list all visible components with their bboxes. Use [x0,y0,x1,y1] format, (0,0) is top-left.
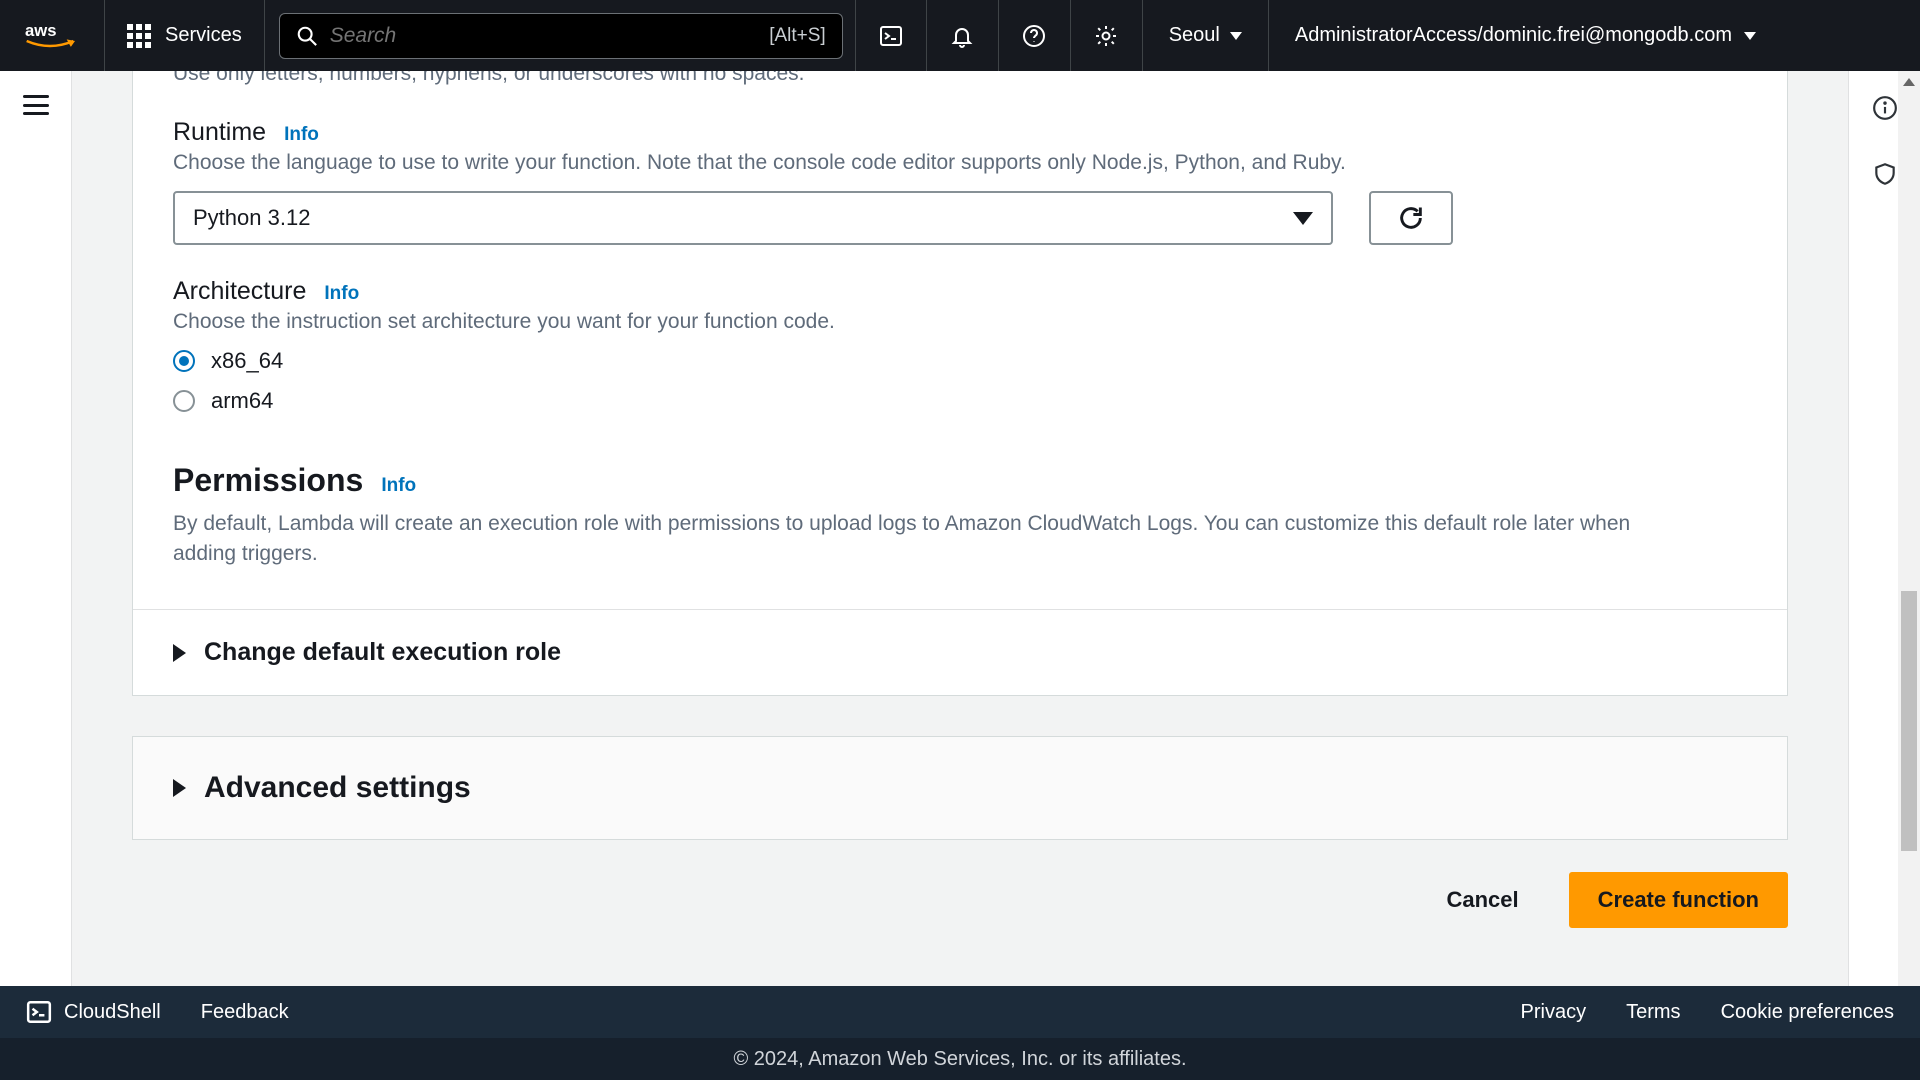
cookie-preferences-link[interactable]: Cookie preferences [1721,1001,1894,1024]
footer-bar: CloudShell Feedback Privacy Terms Cookie… [0,986,1920,1038]
page-body: Use only letters, numbers, hyphens, or u… [72,71,1848,1080]
architecture-label: Architecture [173,277,306,306]
architecture-option-arm64: arm64 [211,388,273,414]
region-label: Seoul [1169,24,1220,47]
terms-link[interactable]: Terms [1626,1001,1680,1024]
change-execution-role-expander[interactable]: Change default execution role [133,610,1787,695]
refresh-runtimes-button[interactable] [1369,191,1453,245]
grid-icon [127,24,151,48]
search-icon [296,25,318,47]
function-name-hint: Use only letters, numbers, hyphens, or u… [173,71,1747,86]
security-panel-icon[interactable] [1872,161,1898,187]
create-function-button[interactable]: Create function [1569,872,1788,928]
feedback-link[interactable]: Feedback [201,1001,289,1024]
search-shortcut-hint: [Alt+S] [769,25,826,47]
architecture-option-x86: x86_64 [211,348,283,374]
form-actions: Cancel Create function [132,872,1788,928]
cancel-button[interactable]: Cancel [1424,872,1540,928]
search-input[interactable] [330,24,770,48]
notifications-button[interactable] [927,0,999,71]
permissions-description: By default, Lambda will create an execut… [173,509,1693,569]
caret-down-icon [1230,32,1242,40]
scroll-up-button[interactable] [1898,71,1920,93]
runtime-label: Runtime [173,118,266,147]
expand-caret-icon [173,779,186,797]
left-rail [0,71,72,1080]
terminal-icon [879,24,903,48]
terminal-icon [26,999,52,1025]
region-selector[interactable]: Seoul [1143,0,1269,71]
help-button[interactable] [999,0,1071,71]
caret-down-icon [1744,32,1756,40]
cloudshell-label: CloudShell [64,1001,161,1024]
nav-icon-group [855,0,1143,71]
help-icon [1022,24,1046,48]
info-panel-icon[interactable] [1872,95,1898,121]
advanced-settings-label: Advanced settings [204,771,471,805]
cloudshell-link[interactable]: CloudShell [26,999,161,1025]
advanced-settings-expander[interactable]: Advanced settings [133,737,1787,839]
bell-icon [950,24,974,48]
permissions-heading: Permissions [173,462,363,499]
radio-icon-unchecked [173,390,195,412]
svg-text:aws: aws [25,21,56,40]
dropdown-caret-icon [1293,212,1313,225]
account-label: AdministratorAccess/dominic.frei@mongodb… [1295,24,1732,47]
architecture-radio-x86[interactable]: x86_64 [173,348,1747,374]
runtime-help: Choose the language to use to write your… [173,151,1747,175]
architecture-info-link[interactable]: Info [324,283,359,305]
radio-icon-checked [173,350,195,372]
cloudshell-icon-button[interactable] [855,0,927,71]
global-search[interactable]: [Alt+S] [279,13,843,59]
account-menu[interactable]: AdministratorAccess/dominic.frei@mongodb… [1269,0,1782,71]
copyright-text: © 2024, Amazon Web Services, Inc. or its… [733,1048,1186,1071]
privacy-link[interactable]: Privacy [1521,1001,1587,1024]
runtime-select[interactable]: Python 3.12 [173,191,1333,245]
advanced-settings-card: Advanced settings [132,736,1788,840]
gear-icon [1094,24,1118,48]
copyright-bar: © 2024, Amazon Web Services, Inc. or its… [0,1038,1920,1080]
services-menu-button[interactable]: Services [105,0,265,71]
open-side-nav-button[interactable] [23,95,49,115]
vertical-scrollbar[interactable] [1898,71,1920,1080]
runtime-info-link[interactable]: Info [284,124,319,146]
refresh-icon [1397,204,1425,232]
settings-button[interactable] [1071,0,1143,71]
scrollbar-thumb[interactable] [1901,591,1917,851]
architecture-help: Choose the instruction set architecture … [173,310,1747,334]
architecture-radio-arm64[interactable]: arm64 [173,388,1747,414]
change-execution-role-label: Change default execution role [204,638,561,667]
permissions-info-link[interactable]: Info [381,475,416,497]
runtime-selected-value: Python 3.12 [193,205,310,231]
aws-logo[interactable]: aws [0,0,105,71]
top-nav: aws Services [Alt+S] Seoul Administrator… [0,0,1920,71]
expand-caret-icon [173,644,186,662]
basic-info-card: Use only letters, numbers, hyphens, or u… [132,71,1788,696]
services-label: Services [165,24,242,47]
